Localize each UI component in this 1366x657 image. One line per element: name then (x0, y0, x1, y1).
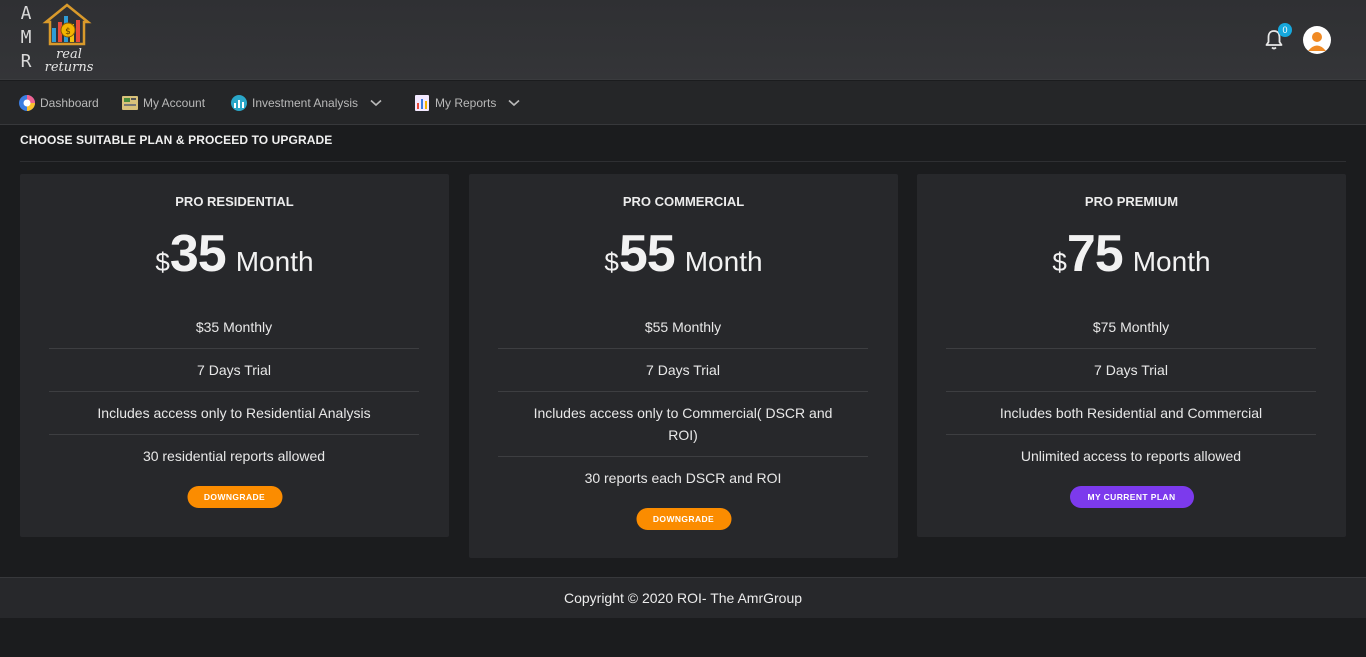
feature-item: $55 Monthly (498, 306, 868, 349)
my-current-plan-button[interactable]: MY CURRENT PLAN (1069, 486, 1194, 508)
analysis-icon (231, 95, 247, 111)
brand-name: real returns (40, 48, 98, 74)
house-chart-logo-icon: $ (42, 3, 92, 46)
price-amount: 35 (169, 225, 227, 283)
plan-card-premium: PRO PREMIUM $75 Month $75 Monthly 7 Days … (917, 174, 1346, 537)
brand-letter-r: R (20, 51, 32, 72)
downgrade-button[interactable]: DOWNGRADE (187, 486, 282, 508)
price-currency: $ (155, 247, 170, 277)
nav-item-my-reports[interactable]: My Reports (413, 92, 520, 114)
nav-label-dashboard: Dashboard (40, 96, 99, 110)
plan-title: PRO PREMIUM (1084, 194, 1179, 209)
chevron-down-icon (370, 99, 382, 107)
chevron-down-icon (508, 99, 520, 107)
price-currency: $ (1052, 247, 1067, 277)
plan-card-commercial: PRO COMMERCIAL $55 Month $55 Monthly 7 Da… (469, 174, 898, 558)
footer-copyright: Copyright © 2020 ROI- The AmrGroup (0, 577, 1366, 618)
svg-text:$: $ (65, 27, 71, 37)
feature-item: Includes both Residential and Commercial (946, 392, 1316, 435)
divider (20, 161, 1346, 162)
feature-item: Unlimited access to reports allowed (1020, 448, 1242, 464)
page-title: CHOOSE SUITABLE PLAN & PROCEED TO UPGRAD… (20, 133, 333, 147)
price-period: Month (235, 246, 314, 277)
plan-price: $55 Month (469, 224, 898, 284)
brand-logo[interactable]: A M R $ real returns (18, 2, 100, 76)
user-avatar-icon[interactable] (1303, 26, 1331, 54)
brand-name-line2: returns (44, 60, 94, 75)
dashboard-icon (19, 95, 35, 111)
price-amount: 55 (618, 225, 676, 283)
brand-letter-a: A (20, 3, 32, 24)
feature-item: 30 residential reports allowed (142, 448, 326, 464)
price-period: Month (684, 246, 763, 277)
feature-item: $75 Monthly (946, 306, 1316, 349)
nav-item-investment-analysis[interactable]: Investment Analysis (230, 92, 382, 114)
feature-item: $35 Monthly (49, 306, 419, 349)
price-amount: 75 (1066, 225, 1124, 283)
feature-item: Includes access only to Residential Anal… (49, 392, 419, 435)
plan-price: $35 Month (20, 224, 449, 284)
brand-letters: A M R (18, 2, 34, 74)
feature-item: 7 Days Trial (498, 349, 868, 392)
reports-icon (415, 95, 429, 111)
plan-features: $75 Monthly 7 Days Trial Includes both R… (946, 306, 1316, 477)
plan-title: PRO COMMERCIAL (622, 194, 745, 209)
nav-item-my-account[interactable]: My Account (121, 92, 205, 114)
account-icon (122, 96, 138, 110)
feature-item: 7 Days Trial (946, 349, 1316, 392)
nav-label-my-reports: My Reports (435, 96, 497, 110)
price-period: Month (1132, 246, 1211, 277)
price-currency: $ (604, 247, 619, 277)
nav-label-investment-analysis: Investment Analysis (252, 96, 359, 110)
plan-features: $55 Monthly 7 Days Trial Includes access… (498, 306, 868, 499)
notification-badge: 0 (1278, 23, 1292, 37)
feature-item: 7 Days Trial (49, 349, 419, 392)
feature-item: Includes access only to Commercial( DSCR… (498, 392, 868, 457)
nav-label-my-account: My Account (143, 96, 206, 110)
plan-features: $35 Monthly 7 Days Trial Includes access… (49, 306, 419, 477)
top-header: A M R $ real returns 0 (0, 0, 1366, 80)
plan-title: PRO RESIDENTIAL (175, 194, 294, 209)
nav-item-dashboard[interactable]: Dashboard (18, 92, 99, 114)
downgrade-button[interactable]: DOWNGRADE (636, 508, 731, 530)
plan-price: $75 Month (917, 224, 1346, 284)
main-nav: Dashboard My Account Investment Analysis (0, 81, 1366, 125)
brand-letter-m: M (20, 27, 32, 48)
feature-item: 30 reports each DSCR and ROI (584, 470, 782, 486)
plan-card-residential: PRO RESIDENTIAL $35 Month $35 Monthly 7 D… (20, 174, 449, 537)
